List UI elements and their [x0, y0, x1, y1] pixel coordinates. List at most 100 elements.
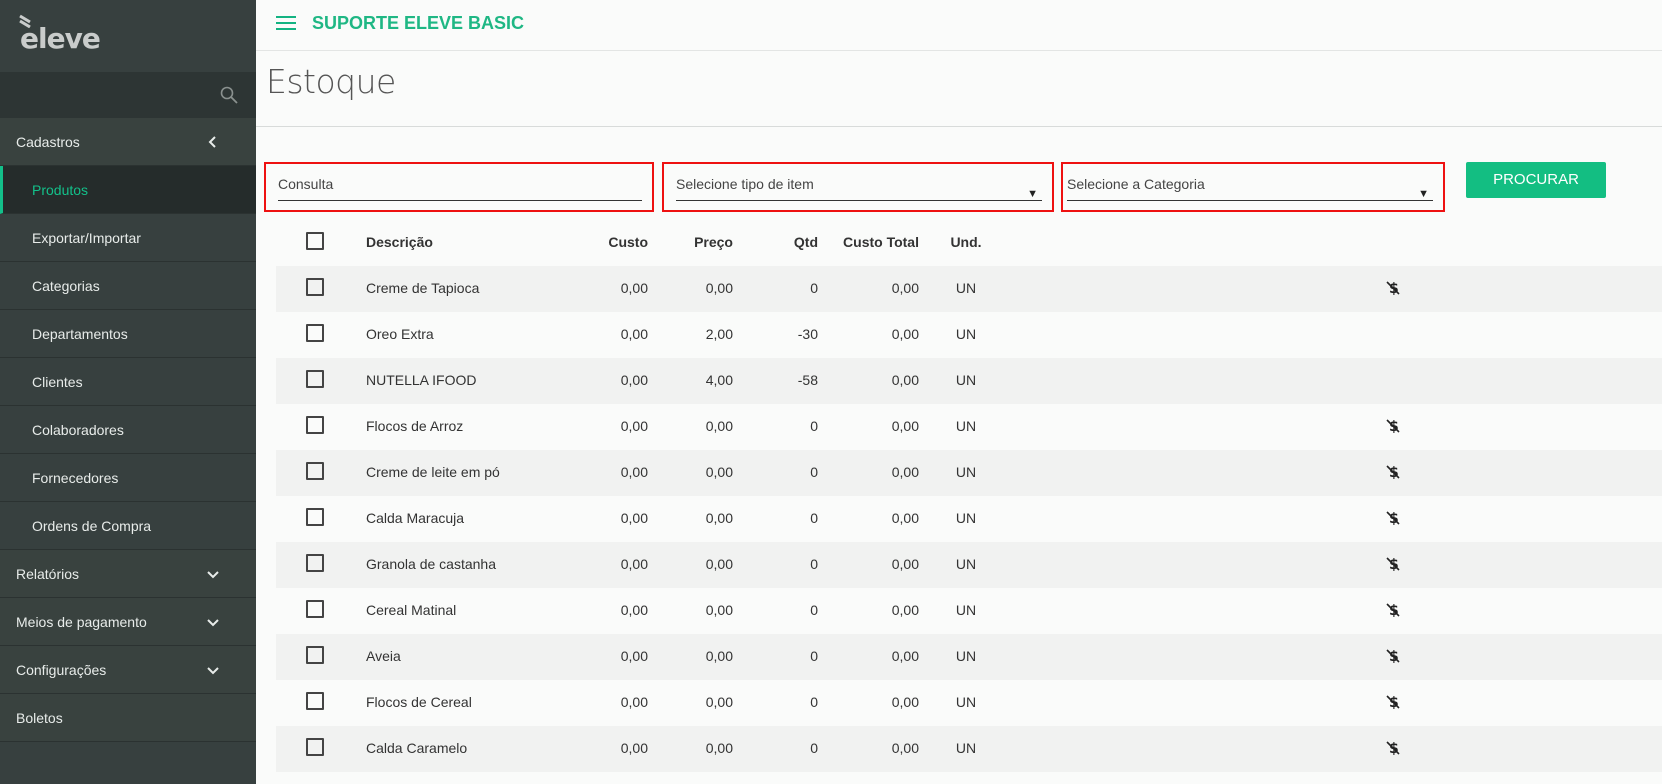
sidebar-item-exportar-importar[interactable]: Exportar/Importar: [0, 214, 256, 262]
sidebar-item-clientes[interactable]: Clientes: [0, 358, 256, 406]
cell-preco: 0,00: [705, 556, 733, 572]
header-custo-total[interactable]: Custo Total: [843, 234, 919, 250]
cell-custo-total: 0,00: [891, 464, 919, 480]
price-off-icon[interactable]: $: [1386, 464, 1400, 480]
select-all-checkbox[interactable]: [306, 232, 324, 250]
sidebar-search[interactable]: [0, 72, 256, 118]
cell-und: UN: [955, 418, 977, 434]
cell-custo: 0,00: [620, 648, 648, 664]
sidebar-item-label: Exportar/Importar: [32, 230, 141, 246]
table-row[interactable]: Aveia 0,00 0,00 0 UN 0,00 $: [276, 634, 1662, 680]
price-off-icon[interactable]: $: [1386, 740, 1400, 756]
logo[interactable]: eleve: [20, 22, 101, 55]
chevron-down-icon[interactable]: [206, 567, 220, 581]
table-row[interactable]: Flocos de Cereal 0,00 0,00 0 UN 0,00 $: [276, 680, 1662, 726]
sidebar-item-meios-de-pagamento[interactable]: Meios de pagamento: [0, 598, 256, 646]
price-off-icon[interactable]: $: [1386, 556, 1400, 572]
hamburger-menu-icon[interactable]: [276, 16, 296, 32]
dropdown-arrow-icon: ▼: [1418, 188, 1429, 200]
cell-custo-total: 0,00: [891, 694, 919, 710]
stock-table: Descrição Custo Preço Qtd Und. Custo Tot…: [276, 220, 1662, 772]
cell-qtd: 0: [810, 418, 818, 434]
row-checkbox[interactable]: [306, 416, 324, 434]
table-row[interactable]: Creme de Tapioca 0,00 0,00 0 UN 0,00 $: [276, 266, 1662, 312]
search-icon[interactable]: [220, 86, 238, 104]
sidebar-item-categorias[interactable]: Categorias: [0, 262, 256, 310]
sidebar-item-cadastros[interactable]: Cadastros: [0, 118, 256, 166]
row-checkbox[interactable]: [306, 600, 324, 618]
cell-qtd: 0: [810, 556, 818, 572]
sidebar-item-fornecedores[interactable]: Fornecedores: [0, 454, 256, 502]
page-title: Estoque: [266, 62, 396, 101]
tipo-item-select[interactable]: Selecione tipo de item ▼: [676, 174, 1042, 201]
sidebar-item-colaboradores[interactable]: Colaboradores: [0, 406, 256, 454]
procurar-button[interactable]: PROCURAR: [1466, 162, 1606, 198]
sidebar-item-ordens-de-compra[interactable]: Ordens de Compra: [0, 502, 256, 550]
cell-preco: 0,00: [705, 648, 733, 664]
row-checkbox[interactable]: [306, 508, 324, 526]
row-checkbox[interactable]: [306, 462, 324, 480]
cell-custo-total: 0,00: [891, 418, 919, 434]
categoria-select[interactable]: Selecione a Categoria ▼: [1067, 174, 1433, 201]
sidebar-item-label: Produtos: [32, 182, 89, 198]
cell-und: UN: [955, 372, 977, 388]
table-row[interactable]: Granola de castanha 0,00 0,00 0 UN 0,00 $: [276, 542, 1662, 588]
cell-und: UN: [955, 326, 977, 342]
sidebar-item-label: Ordens de Compra: [32, 518, 152, 534]
cell-descricao: Calda Maracuja: [366, 510, 465, 526]
cell-und: UN: [955, 648, 977, 664]
header-und[interactable]: Und.: [944, 234, 988, 250]
price-off-icon[interactable]: $: [1386, 602, 1400, 618]
cell-qtd: -58: [797, 372, 818, 388]
cell-custo: 0,00: [620, 372, 648, 388]
table-row[interactable]: Cereal Matinal 0,00 0,00 0 UN 0,00 $: [276, 588, 1662, 634]
header-custo[interactable]: Custo: [608, 234, 648, 250]
chevron-down-icon[interactable]: [206, 663, 220, 677]
row-checkbox[interactable]: [306, 370, 324, 388]
cell-custo-total: 0,00: [891, 326, 919, 342]
table-row[interactable]: Oreo Extra 0,00 2,00 -30 UN 0,00: [276, 312, 1662, 358]
consulta-input[interactable]: Consulta: [278, 174, 642, 201]
cell-preco: 0,00: [705, 740, 733, 756]
chevron-down-icon[interactable]: [206, 615, 220, 629]
table-row[interactable]: Calda Caramelo 0,00 0,00 0 UN 0,00 $: [276, 726, 1662, 772]
header-descricao[interactable]: Descrição: [366, 234, 433, 250]
price-off-icon[interactable]: $: [1386, 280, 1400, 296]
table-row[interactable]: Flocos de Arroz 0,00 0,00 0 UN 0,00 $: [276, 404, 1662, 450]
row-checkbox[interactable]: [306, 646, 324, 664]
sidebar-item-boletos[interactable]: Boletos: [0, 694, 256, 742]
cell-preco: 0,00: [705, 694, 733, 710]
cell-descricao: Aveia: [366, 648, 401, 664]
row-checkbox[interactable]: [306, 738, 324, 756]
header-qtd[interactable]: Qtd: [794, 234, 818, 250]
sidebar-item-label: Departamentos: [32, 326, 128, 342]
sidebar-item-configuracoes[interactable]: Configurações: [0, 646, 256, 694]
cell-descricao: Cereal Matinal: [366, 602, 457, 618]
row-checkbox[interactable]: [306, 554, 324, 572]
cell-custo-total: 0,00: [891, 648, 919, 664]
table-row[interactable]: Calda Maracuja 0,00 0,00 0 UN 0,00 $: [276, 496, 1662, 542]
table-row[interactable]: Creme de leite em pó 0,00 0,00 0 UN 0,00 $: [276, 450, 1662, 496]
cell-qtd: 0: [810, 280, 818, 296]
sidebar-item-label: Cadastros: [16, 134, 80, 150]
sidebar-item-label: Fornecedores: [32, 470, 119, 486]
row-checkbox[interactable]: [306, 324, 324, 342]
sidebar-item-produtos[interactable]: Produtos: [0, 166, 256, 214]
table-row[interactable]: NUTELLA IFOOD 0,00 4,00 -58 UN 0,00: [276, 358, 1662, 404]
app-title: SUPORTE ELEVE BASIC: [312, 13, 525, 33]
cell-custo: 0,00: [620, 464, 648, 480]
price-off-icon[interactable]: $: [1386, 418, 1400, 434]
row-checkbox[interactable]: [306, 692, 324, 710]
cell-preco: 0,00: [705, 510, 733, 526]
cell-qtd: -30: [797, 326, 818, 342]
sidebar-item-departamentos[interactable]: Departamentos: [0, 310, 256, 358]
sidebar-item-relatorios[interactable]: Relatórios: [0, 550, 256, 598]
row-checkbox[interactable]: [306, 278, 324, 296]
price-off-icon[interactable]: $: [1386, 648, 1400, 664]
cell-custo: 0,00: [620, 326, 648, 342]
sidebar-item-label: Boletos: [16, 710, 63, 726]
chevron-left-icon[interactable]: [206, 135, 220, 149]
header-preco[interactable]: Preço: [694, 234, 733, 250]
price-off-icon[interactable]: $: [1386, 510, 1400, 526]
price-off-icon[interactable]: $: [1386, 694, 1400, 710]
